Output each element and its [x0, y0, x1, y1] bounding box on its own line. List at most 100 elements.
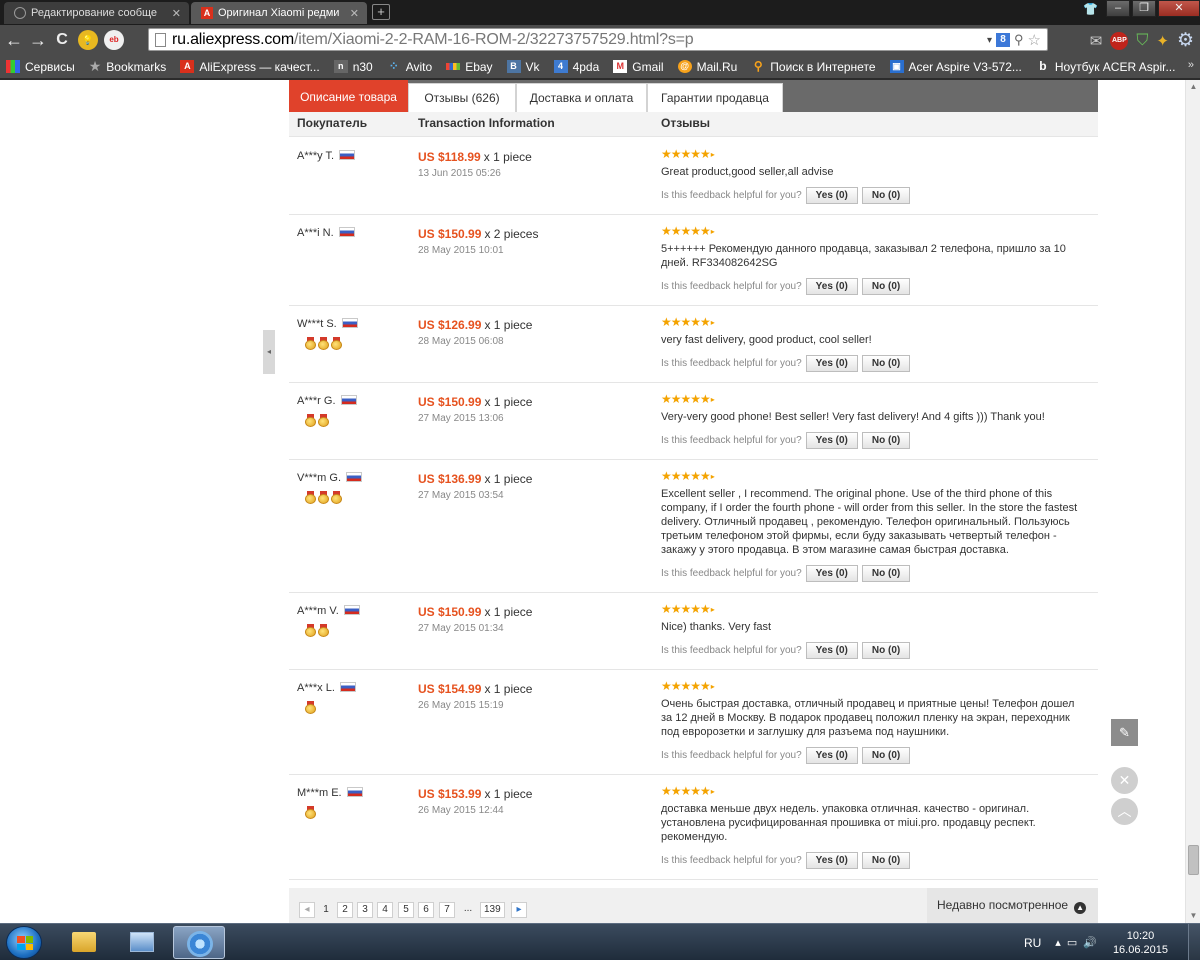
scroll-down-arrow-icon[interactable]: ▼: [1186, 909, 1200, 923]
tab-reviews[interactable]: Отзывы (626): [408, 83, 516, 112]
star-rating-dropdown-icon[interactable]: ▸: [711, 682, 715, 691]
helpful-yes-button[interactable]: Yes (0): [805, 642, 858, 659]
scrollbar-thumb[interactable]: [1188, 845, 1199, 875]
clock[interactable]: 10:20 16.06.2015: [1113, 929, 1168, 957]
ebay-extension-icon[interactable]: eb: [104, 30, 124, 50]
search-icon[interactable]: ⚲: [1014, 32, 1024, 48]
start-button[interactable]: [6, 926, 42, 959]
star-rating-dropdown-icon[interactable]: ▸: [711, 605, 715, 614]
minimize-button[interactable]: –: [1106, 0, 1130, 17]
pagination-next-button[interactable]: ▸: [511, 902, 527, 918]
pagination-page-link[interactable]: 3: [357, 902, 373, 918]
helpful-yes-button[interactable]: Yes (0): [805, 747, 858, 764]
helpful-yes-button[interactable]: Yes (0): [805, 852, 858, 869]
shield-icon[interactable]: ⛉: [1136, 32, 1148, 50]
helpful-no-button[interactable]: No (0): [861, 747, 911, 764]
dropdown-icon[interactable]: ▾: [987, 35, 992, 46]
scroll-up-arrow-icon[interactable]: ▲: [1186, 80, 1200, 94]
reviews-list: A***y T. US $118.99 x 1 piece 13 Jun 2015…: [289, 138, 1098, 880]
bookmark-item[interactable]: B Vk: [506, 60, 540, 74]
bookmark-star-icon[interactable]: ☆: [1028, 31, 1041, 49]
network-icon[interactable]: ▭: [1067, 936, 1077, 949]
browser-tab[interactable]: Редактирование сообще ✕: [4, 2, 189, 24]
star-rating-dropdown-icon[interactable]: ▸: [711, 787, 715, 796]
pagination-page-link[interactable]: 5: [398, 902, 414, 918]
helpful-no-button[interactable]: No (0): [861, 852, 911, 869]
edit-feedback-button[interactable]: ✎: [1111, 719, 1138, 746]
pagination-page-link[interactable]: 6: [418, 902, 434, 918]
gear-icon[interactable]: ⚙: [1177, 29, 1194, 52]
helpful-yes-button[interactable]: Yes (0): [805, 278, 858, 295]
bookmark-item[interactable]: ★ Bookmarks: [89, 58, 167, 75]
bookmark-item[interactable]: Сервисы: [6, 60, 75, 74]
page-scrollbar[interactable]: ▲ ▼: [1185, 80, 1200, 923]
helpful-yes-button[interactable]: Yes (0): [805, 565, 858, 582]
address-url[interactable]: ru.aliexpress.com/item/Xiaomi-2-2-RAM-16…: [172, 31, 694, 49]
helpful-yes-button[interactable]: Yes (0): [805, 187, 858, 204]
close-panel-button[interactable]: ✕: [1111, 767, 1138, 794]
back-icon[interactable]: ←: [2, 30, 26, 51]
transaction-cell: US $136.99 x 1 piece 27 May 2015 03:54: [418, 472, 532, 501]
close-icon[interactable]: ✕: [350, 7, 359, 20]
helpful-no-button[interactable]: No (0): [861, 642, 911, 659]
google-search-icon[interactable]: 8: [996, 33, 1011, 47]
recently-viewed-bar[interactable]: Недавно посмотренное ▲: [927, 888, 1098, 923]
sidebar-collapse-button[interactable]: ◂: [263, 330, 275, 374]
helpful-yes-button[interactable]: Yes (0): [805, 355, 858, 372]
helpful-no-button[interactable]: No (0): [861, 565, 911, 582]
show-desktop-button[interactable]: [1188, 924, 1200, 960]
language-indicator[interactable]: RU: [1024, 936, 1041, 950]
pagination-prev-button[interactable]: ◂: [299, 902, 315, 918]
taskbar-chrome[interactable]: [173, 926, 225, 959]
helpful-yes-button[interactable]: Yes (0): [805, 432, 858, 449]
tab-guarantees[interactable]: Гарантии продавца: [647, 83, 783, 112]
bookmark-item[interactable]: A AliExpress — качест...: [180, 60, 320, 74]
star-rating-dropdown-icon[interactable]: ▸: [711, 150, 715, 159]
pagination-current-page[interactable]: 1: [318, 902, 334, 918]
helpful-no-button[interactable]: No (0): [861, 355, 911, 372]
address-bar[interactable]: ru.aliexpress.com/item/Xiaomi-2-2-RAM-16…: [148, 28, 1048, 51]
show-hidden-icons-icon[interactable]: ▴: [1055, 936, 1061, 949]
helpful-no-button[interactable]: No (0): [861, 432, 911, 449]
star-rating: ★★★★★▸: [661, 392, 715, 406]
bulb-extension-icon[interactable]: 💡: [78, 30, 98, 50]
bookmarks-overflow-button[interactable]: »: [1188, 59, 1194, 71]
new-tab-button[interactable]: +: [372, 4, 390, 20]
bookmark-item[interactable]: n n30: [333, 60, 373, 74]
star-rating-dropdown-icon[interactable]: ▸: [711, 395, 715, 404]
volume-icon[interactable]: 🔊: [1083, 936, 1097, 949]
mail-icon[interactable]: ✉: [1090, 32, 1103, 50]
bookmark-item[interactable]: 4 4pda: [553, 60, 599, 74]
puzzle-icon[interactable]: ✦: [1156, 32, 1169, 50]
star-rating-dropdown-icon[interactable]: ▸: [711, 227, 715, 236]
bookmark-item[interactable]: ⁘ Avito: [387, 60, 433, 74]
helpful-no-button[interactable]: No (0): [861, 187, 911, 204]
bookmark-item[interactable]: ▣ Acer Aspire V3-572...: [889, 60, 1022, 74]
star-rating-dropdown-icon[interactable]: ▸: [711, 472, 715, 481]
pagination-page-link[interactable]: 2: [337, 902, 353, 918]
close-icon[interactable]: ✕: [172, 7, 181, 20]
bookmark-item[interactable]: ⚲ Поиск в Интернете: [751, 60, 876, 74]
buyer-cell: V***m G.: [297, 472, 363, 484]
reload-icon[interactable]: C: [50, 31, 74, 49]
bookmark-item[interactable]: Ebay: [446, 60, 493, 74]
browser-tab-active[interactable]: A Оригинал Xiaomi редми ✕: [191, 2, 367, 24]
adblock-icon[interactable]: ABP: [1110, 31, 1129, 50]
taskbar-explorer[interactable]: [58, 926, 110, 959]
window-close-button[interactable]: ✕: [1158, 0, 1200, 17]
bookmark-item[interactable]: b Ноутбук ACER Aspir...: [1036, 60, 1175, 74]
pagination-page-link[interactable]: 4: [377, 902, 393, 918]
forward-icon[interactable]: →: [26, 30, 50, 51]
tab-description[interactable]: Описание товара: [289, 80, 408, 112]
taskbar-control-panel[interactable]: [116, 926, 168, 959]
bookmark-item[interactable]: @ Mail.Ru: [677, 60, 737, 74]
tab-delivery[interactable]: Доставка и оплата: [516, 83, 647, 112]
helpful-no-button[interactable]: No (0): [861, 278, 911, 295]
maximize-button[interactable]: ❐: [1132, 0, 1156, 17]
pagination-page-link[interactable]: 7: [439, 902, 455, 918]
scroll-to-top-button[interactable]: ︿: [1111, 798, 1138, 825]
star-rating-dropdown-icon[interactable]: ▸: [711, 318, 715, 327]
buyer-name: M***m E.: [297, 787, 342, 799]
bookmark-item[interactable]: M Gmail: [613, 60, 664, 74]
pagination-last-page[interactable]: 139: [480, 902, 505, 918]
